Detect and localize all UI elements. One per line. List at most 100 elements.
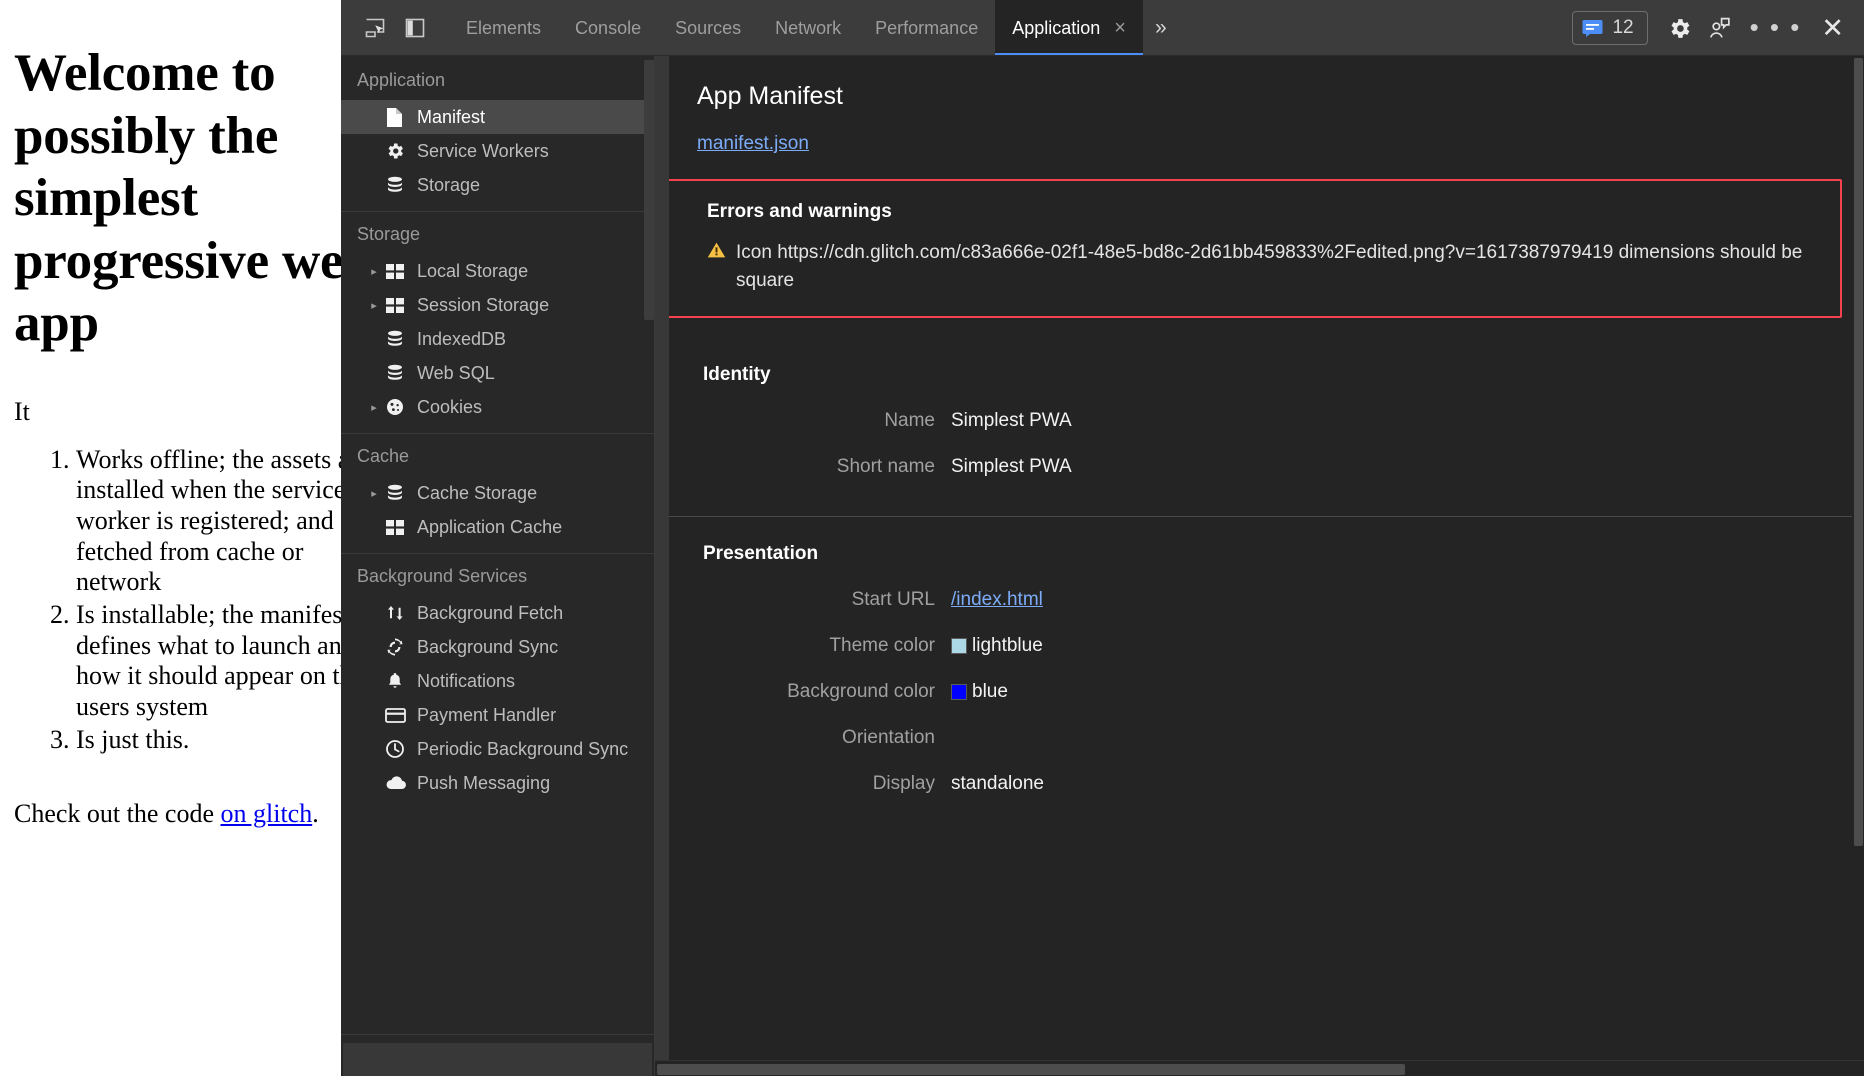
chevron-right-icon[interactable]: ▸ [363,265,385,278]
table-icon [385,263,413,280]
section-title: Presentation [655,543,1864,565]
feedback-icon [1707,16,1732,41]
theme-color-swatch [951,638,967,654]
device-toolbar-button[interactable] [395,9,435,47]
message-badge-icon [1582,19,1603,37]
screenshot-root: Welcome to possibly the simplest progres… [0,0,1864,1076]
document-icon [385,107,413,128]
cloud-icon [385,775,413,791]
sidebar-item-label: Local Storage [413,261,528,282]
sidebar-item-label: Cookies [413,397,482,418]
inspect-element-icon [363,16,387,40]
tab-elements[interactable]: Elements [449,0,558,56]
manifest-row-start-url: Start URL /index.html [655,589,1864,611]
chevron-right-icon[interactable]: ▸ [363,487,385,500]
start-url-link[interactable]: /index.html [951,589,1043,611]
page-title: Welcome to possibly the simplest progres… [14,42,386,355]
error-message: Icon https://cdn.glitch.com/c83a666e-02f… [736,239,1814,294]
cookie-icon [385,397,413,417]
inspect-element-button[interactable] [355,9,395,47]
feedback-button[interactable] [1700,9,1740,47]
row-value: blue [951,681,1008,703]
clock-icon [385,739,413,759]
tab-label: Application [1012,18,1100,39]
sidebar-item-notifications[interactable]: ▸ Notifications [341,664,654,698]
chevron-right-icon[interactable]: ▸ [363,299,385,312]
manifest-header: App Manifest manifest.json [655,56,1864,155]
error-item: Icon https://cdn.glitch.com/c83a666e-02f… [707,239,1814,294]
table-icon [385,519,413,536]
section-title: Identity [655,364,1864,386]
row-value: standalone [951,773,1044,795]
close-devtools-button[interactable]: ✕ [1811,15,1856,42]
sidebar-item-application-cache[interactable]: ▸ Application Cache [341,510,654,544]
warning-icon [707,241,726,259]
sidebar-item-cookies[interactable]: ▸ Cookies [341,390,654,424]
glitch-link[interactable]: on glitch [221,799,313,828]
row-key: Display [655,773,951,795]
sidebar-divider [341,433,654,434]
database-icon [385,483,413,503]
scrollbar-thumb[interactable] [657,1064,1405,1075]
gear-icon [1667,16,1692,41]
message-count-button[interactable]: 12 [1572,11,1647,45]
sidebar-item-background-fetch[interactable]: ▸ Background Fetch [341,596,654,630]
panel-title: App Manifest [697,82,1824,111]
sidebar-item-web-sql[interactable]: ▸ Web SQL [341,356,654,390]
panel-vertical-scrollbar[interactable] [1852,56,1864,1060]
close-icon[interactable]: × [1114,18,1126,38]
list-item: Works offline; the assets are installed … [76,445,386,598]
settings-button[interactable] [1660,9,1700,47]
sidebar-item-indexeddb[interactable]: ▸ IndexedDB [341,322,654,356]
sidebar-group-title-application: Application [341,64,654,100]
panel-left-gutter [655,56,669,1076]
sidebar-bottom-strip [341,1034,654,1076]
sidebar-item-storage[interactable]: ▸ Storage [341,168,654,202]
tab-console[interactable]: Console [558,0,658,56]
tab-network[interactable]: Network [758,0,858,56]
sidebar-item-push-messaging[interactable]: ▸ Push Messaging [341,766,654,800]
application-sidebar[interactable]: Application ▸ Manifest ▸ Service Workers [341,56,655,1076]
more-tabs-button[interactable]: » [1143,16,1176,40]
manifest-row-theme-color: Theme color lightblue [655,635,1864,657]
sidebar-item-background-sync[interactable]: ▸ Background Sync [341,630,654,664]
database-icon [385,329,413,349]
row-key: Theme color [655,635,951,657]
sidebar-item-periodic-background-sync[interactable]: ▸ Periodic Background Sync [341,732,654,766]
chevron-right-icon[interactable]: ▸ [363,401,385,414]
closing-prefix: Check out the code [14,799,221,828]
sidebar-item-label: Push Messaging [413,773,550,794]
tab-performance[interactable]: Performance [858,0,995,56]
sidebar-item-cache-storage[interactable]: ▸ Cache Storage [341,476,654,510]
sidebar-item-label: Web SQL [413,363,495,384]
sidebar-item-local-storage[interactable]: ▸ Local Storage [341,254,654,288]
sidebar-group-title-storage: Storage [341,218,654,254]
credit-card-icon [385,707,413,724]
sidebar-item-service-workers[interactable]: ▸ Service Workers [341,134,654,168]
devtools-window: Elements Console Sources Network Perform… [341,0,1864,1076]
theme-color-label: lightblue [972,635,1043,657]
sidebar-item-manifest[interactable]: ▸ Manifest [341,100,654,134]
sidebar-scrollbar[interactable] [644,60,654,320]
panel-horizontal-scrollbar[interactable] [655,1060,1864,1076]
sidebar-item-payment-handler[interactable]: ▸ Payment Handler [341,698,654,732]
tab-application[interactable]: Application × [995,0,1143,56]
tab-sources[interactable]: Sources [658,0,758,56]
row-value: Simplest PWA [951,456,1072,478]
tab-label: Network [775,18,841,39]
sidebar-item-label: Storage [413,175,480,196]
row-value: lightblue [951,635,1043,657]
more-options-button[interactable]: • • • [1740,24,1812,32]
errors-title: Errors and warnings [707,201,1814,223]
manifest-scroll-area[interactable]: App Manifest manifest.json Errors and wa… [655,56,1864,1060]
page-closing-text: Check out the code on glitch. [14,799,386,829]
sidebar-item-label: Background Fetch [413,603,563,624]
manifest-row-short-name: Short name Simplest PWA [655,456,1864,478]
sidebar-item-label: Session Storage [413,295,549,316]
row-key: Short name [655,456,951,478]
manifest-row-orientation: Orientation [655,727,1864,749]
sidebar-item-session-storage[interactable]: ▸ Session Storage [341,288,654,322]
manifest-json-link[interactable]: manifest.json [697,133,809,155]
scrollbar-thumb[interactable] [1854,58,1863,846]
sidebar-item-label: Manifest [413,107,485,128]
